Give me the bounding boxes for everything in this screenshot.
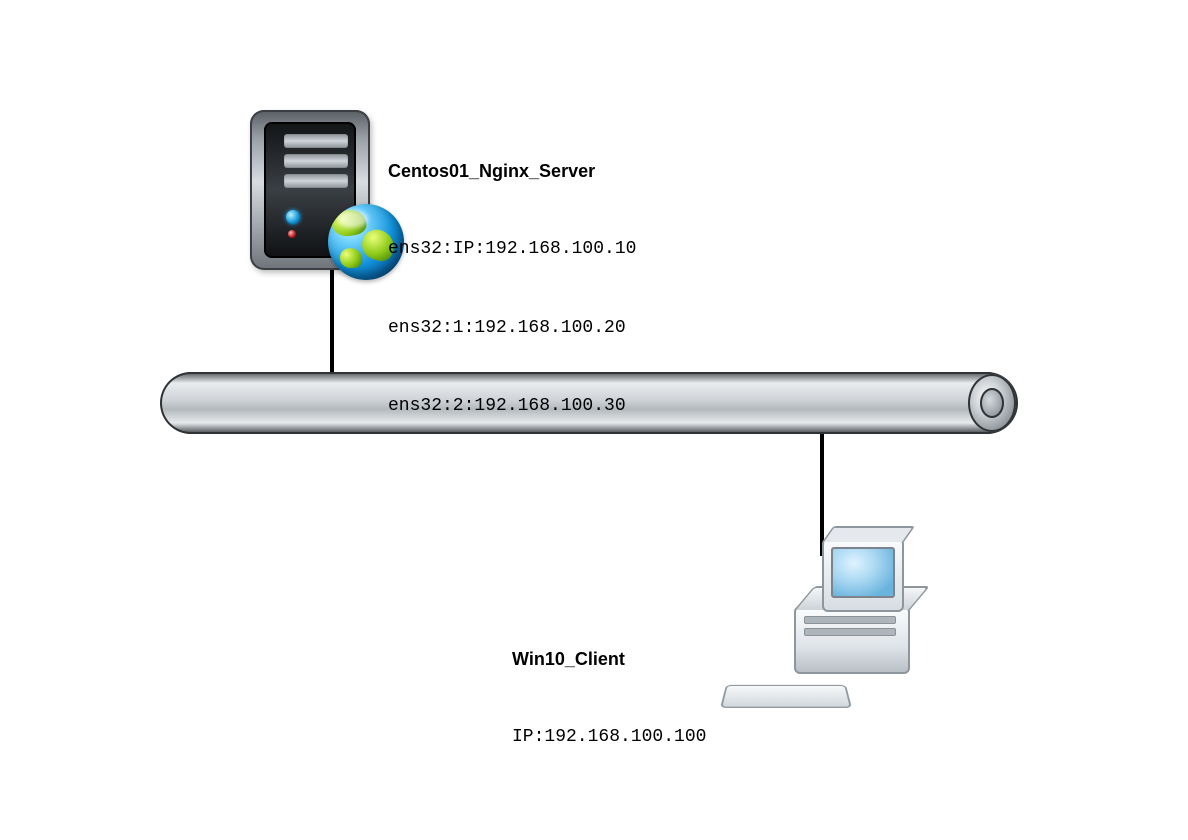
server-label-block: Centos01_Nginx_Server ens32:IP:192.168.1… [388, 106, 636, 471]
client-label-block: Win10_Client IP:192.168.100.100 [512, 594, 706, 803]
server-interface-1: ens32:IP:192.168.100.10 [388, 236, 636, 262]
link-server-to-bus [330, 270, 334, 378]
network-bus-end-cap [968, 374, 1016, 432]
link-bus-to-client [820, 428, 824, 556]
server-title: Centos01_Nginx_Server [388, 158, 636, 184]
server-interface-2: ens32:1:192.168.100.20 [388, 315, 636, 341]
network-diagram: Centos01_Nginx_Server ens32:IP:192.168.1… [0, 0, 1188, 840]
client-ip: IP:192.168.100.100 [512, 724, 706, 750]
client-title: Win10_Client [512, 646, 706, 672]
server-interface-3: ens32:2:192.168.100.30 [388, 393, 636, 419]
client-node-icon [730, 548, 910, 708]
server-node-icon [250, 100, 370, 280]
